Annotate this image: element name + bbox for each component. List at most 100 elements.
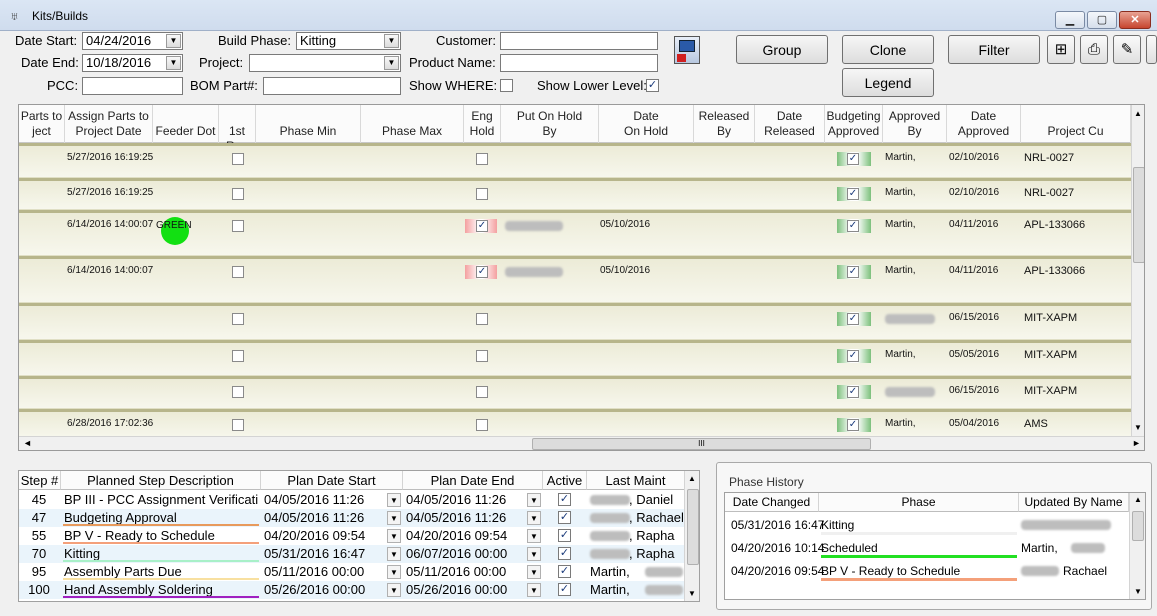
list-item[interactable]: 05/31/2016 16:47 Kitting (725, 513, 1121, 536)
scroll-left-icon[interactable]: ◄ (23, 438, 32, 448)
print-button[interactable]: ⎙ (1080, 35, 1108, 64)
steps-column-header[interactable]: Planned Step Description (61, 471, 261, 490)
chevron-down-icon[interactable]: ▼ (387, 547, 401, 561)
chevron-down-icon[interactable]: ▼ (527, 529, 541, 543)
chevron-down-icon[interactable]: ▼ (387, 529, 401, 543)
date-end-picker[interactable]: 10/18/2016 ▼ (82, 54, 183, 72)
grid-column-header[interactable]: Phase Min (256, 105, 361, 143)
steps-column-header[interactable]: Active (543, 471, 587, 490)
chevron-down-icon[interactable]: ▼ (527, 493, 541, 507)
eng-hold-checkbox[interactable] (476, 313, 488, 325)
first-run-checkbox[interactable] (232, 188, 244, 200)
steps-column-header[interactable]: Plan Date End (403, 471, 543, 490)
first-run-checkbox[interactable] (232, 220, 244, 232)
plan-date-end[interactable]: 05/26/2016 00:00 (403, 581, 525, 599)
pcc-input[interactable] (82, 77, 183, 95)
budgeting-approved-checkbox[interactable]: ✓ (847, 266, 859, 278)
plan-date-start[interactable]: 04/20/2016 09:54 (261, 527, 385, 545)
grid-column-header[interactable]: Date Approved (947, 105, 1021, 143)
list-item[interactable]: 100 Hand Assembly Soldering 05/26/2016 00:… (19, 581, 685, 599)
plan-date-end[interactable]: 04/05/2016 11:26 (403, 491, 525, 509)
filter-button[interactable]: Filter (948, 35, 1040, 64)
chevron-down-icon[interactable]: ▼ (387, 493, 401, 507)
grid-column-header[interactable]: Put On Hold By (501, 105, 599, 143)
phase-history-scrollbar[interactable]: ▲ ▼ (1129, 493, 1145, 599)
plan-date-start[interactable]: 04/05/2016 11:26 (261, 491, 385, 509)
chevron-down-icon[interactable]: ▼ (527, 547, 541, 561)
steps-column-header[interactable]: Step # (19, 471, 61, 490)
chevron-down-icon[interactable]: ▼ (166, 34, 181, 48)
grid-column-header[interactable]: Date On Hold (599, 105, 694, 143)
first-run-checkbox[interactable] (232, 313, 244, 325)
eng-hold-checkbox[interactable] (476, 153, 488, 165)
chevron-down-icon[interactable]: ▼ (387, 583, 401, 597)
budgeting-approved-checkbox[interactable]: ✓ (847, 220, 859, 232)
eng-hold-checkbox[interactable] (476, 419, 488, 431)
date-start-picker[interactable]: 04/24/2016 ▼ (82, 32, 183, 50)
show-where-checkbox[interactable] (500, 79, 513, 92)
group-button[interactable]: Group (736, 35, 828, 64)
grid-column-header[interactable]: Feeder Dot (153, 105, 219, 143)
chevron-down-icon[interactable]: ▼ (384, 56, 399, 70)
list-item[interactable]: 47 Budgeting Approval 04/05/2016 11:26 ▼ 04/… (19, 509, 685, 527)
table-row[interactable]: 6/14/2016 14:00:07 GREEN ✓ 05/10/2016 ✓ Marti… (19, 213, 1131, 256)
grid-column-header[interactable]: Parts to ject (19, 105, 65, 143)
budgeting-approved-checkbox[interactable]: ✓ (847, 386, 859, 398)
phase-history-column-header[interactable]: Updated By Name (1019, 493, 1129, 512)
grid-column-header[interactable]: Eng Hold (464, 105, 501, 143)
plan-date-end[interactable]: 04/20/2016 09:54 (403, 527, 525, 545)
eng-hold-checkbox[interactable] (476, 386, 488, 398)
maximize-button[interactable]: ▢ (1087, 11, 1117, 29)
budgeting-approved-checkbox[interactable]: ✓ (847, 419, 859, 431)
table-row[interactable]: ✓ 06/15/2016 MIT-XAPM (19, 306, 1131, 340)
plan-date-end[interactable]: 06/07/2016 00:00 (403, 545, 525, 563)
scroll-up-icon[interactable]: ▲ (1134, 495, 1142, 504)
chevron-down-icon[interactable]: ▼ (166, 56, 181, 70)
clone-button[interactable]: Clone (842, 35, 934, 64)
grid-column-header[interactable]: Released By (694, 105, 755, 143)
grid-column-header[interactable]: Assign Parts to Project Date (65, 105, 153, 143)
chevron-down-icon[interactable]: ▼ (527, 565, 541, 579)
plan-date-end[interactable]: 04/05/2016 11:26 (403, 509, 525, 527)
plan-date-start[interactable]: 05/31/2016 16:47 (261, 545, 385, 563)
active-checkbox[interactable]: ✓ (558, 493, 571, 506)
chevron-down-icon[interactable]: ▼ (387, 511, 401, 525)
table-row[interactable]: ✓ Martin, 05/05/2016 MIT-XAPM (19, 343, 1131, 376)
table-row[interactable]: 5/27/2016 16:19:25 ✓ Martin, 02/10/2016 NRL-… (19, 146, 1131, 178)
first-run-checkbox[interactable] (232, 419, 244, 431)
chevron-down-icon[interactable]: ▼ (527, 511, 541, 525)
chevron-down-icon[interactable]: ▼ (527, 583, 541, 597)
steps-column-header[interactable]: Plan Date Start (261, 471, 403, 490)
budgeting-approved-checkbox[interactable]: ✓ (847, 313, 859, 325)
scroll-down-icon[interactable]: ▼ (1134, 423, 1142, 432)
report-icon[interactable] (674, 36, 700, 64)
first-run-checkbox[interactable] (232, 350, 244, 362)
budgeting-approved-checkbox[interactable]: ✓ (847, 350, 859, 362)
chevron-down-icon[interactable]: ▼ (387, 565, 401, 579)
minimize-button[interactable]: ▁ (1055, 11, 1085, 29)
grid-column-header[interactable]: Project Cu (1021, 105, 1131, 143)
steps-vertical-scrollbar[interactable]: ▲ ▼ (684, 471, 699, 601)
list-item[interactable]: 55 BP V - Ready to Schedule 04/20/2016 09:… (19, 527, 685, 545)
product-name-input[interactable] (500, 54, 658, 72)
table-row[interactable]: ✓ 06/15/2016 MIT-XAPM (19, 379, 1131, 409)
grid-column-header[interactable]: Date Released (755, 105, 825, 143)
scroll-up-icon[interactable]: ▲ (688, 474, 696, 483)
more-button[interactable] (1146, 35, 1157, 64)
chevron-down-icon[interactable]: ▼ (384, 34, 399, 48)
scroll-right-icon[interactable]: ► (1132, 438, 1141, 448)
scroll-down-icon[interactable]: ▼ (688, 589, 696, 598)
active-checkbox[interactable]: ✓ (558, 511, 571, 524)
table-row[interactable]: 6/28/2016 17:02:36 ✓ Martin, 05/04/2016 AMS (19, 412, 1131, 439)
grid-column-header[interactable]: Phase Max (361, 105, 464, 143)
steps-column-header[interactable]: Last Maint (587, 471, 685, 490)
first-run-checkbox[interactable] (232, 153, 244, 165)
build-phase-select[interactable]: Kitting ▼ (296, 32, 401, 50)
eng-hold-checkbox[interactable] (476, 350, 488, 362)
steps-scroll-thumb[interactable] (687, 489, 699, 565)
bom-part-input[interactable] (263, 77, 401, 95)
grid-column-header[interactable]: 1st Run (219, 105, 256, 143)
eng-hold-checkbox[interactable] (476, 188, 488, 200)
grid-vertical-scrollbar[interactable]: ▲ ▼ (1131, 105, 1144, 436)
budgeting-approved-checkbox[interactable]: ✓ (847, 188, 859, 200)
